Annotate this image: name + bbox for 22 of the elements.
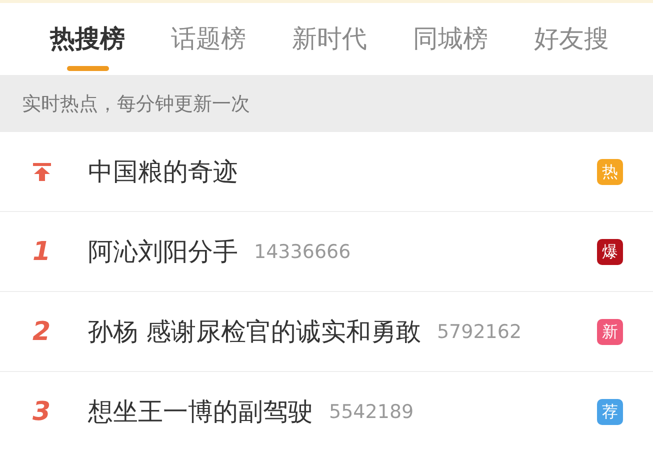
item-title: 阿沁刘阳分手 xyxy=(88,236,238,268)
item-title: 中国粮的奇迹 xyxy=(88,156,238,188)
hot-search-item[interactable]: 中国粮的奇迹 热 xyxy=(0,132,653,212)
rank-number: 3 xyxy=(32,396,51,426)
hot-search-item[interactable]: 1 阿沁刘阳分手 14336666 爆 xyxy=(0,212,653,292)
hot-search-item[interactable]: 3 想坐王一博的副驾驶 5542189 荐 xyxy=(0,372,653,450)
status-badge: 新 xyxy=(597,318,623,344)
notice-text: 实时热点，每分钟更新一次 xyxy=(22,92,250,116)
item-title: 孙杨 感谢尿检官的诚实和勇敢 xyxy=(88,316,421,348)
item-title: 想坐王一博的副驾驶 xyxy=(88,396,313,428)
pin-to-top-icon xyxy=(32,162,52,182)
search-count: 14336666 xyxy=(254,240,351,262)
rank-number: 1 xyxy=(32,236,51,266)
search-count: 5792162 xyxy=(436,320,522,342)
status-badge: 爆 xyxy=(597,238,623,264)
hot-search-item[interactable]: 2 孙杨 感谢尿检官的诚实和勇敢 5792162 新 xyxy=(0,292,653,372)
active-tab-indicator xyxy=(66,66,108,71)
status-badge: 热 xyxy=(597,158,623,184)
search-count: 5542189 xyxy=(329,400,414,422)
status-badge: 荐 xyxy=(597,398,623,424)
rank-number: 2 xyxy=(32,316,51,346)
tab[interactable]: 热搜榜 xyxy=(50,3,125,75)
